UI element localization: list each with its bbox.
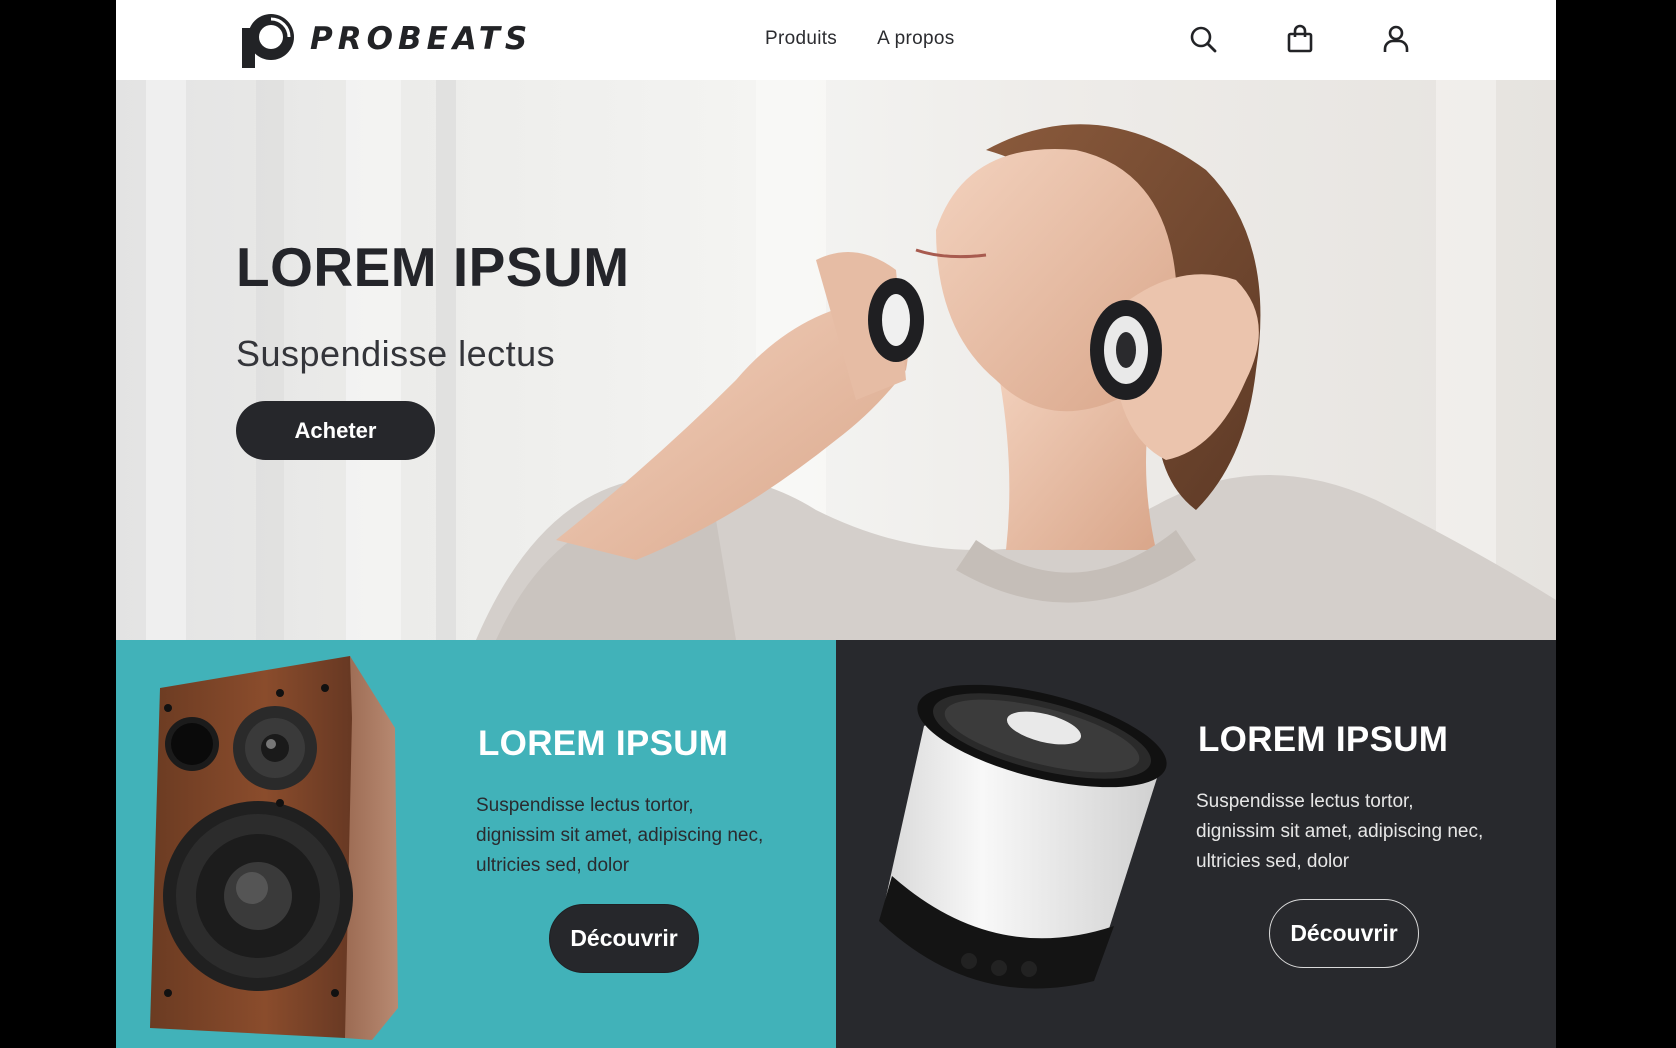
shopping-bag-icon[interactable] [1285, 24, 1315, 54]
user-icon[interactable] [1381, 24, 1411, 54]
product-card-bookshelf-speaker: LOREM IPSUM Suspendisse lectus tortor, d… [116, 640, 836, 1048]
card-description: Suspendisse lectus tortor, dignissim sit… [1196, 791, 1484, 872]
nav-item-a-propos[interactable]: A propos [877, 28, 954, 50]
hero-banner: LOREM IPSUM Suspendisse lectus Acheter [116, 80, 1556, 640]
main-nav: Produits A propos [765, 28, 955, 50]
buy-button[interactable]: Acheter [236, 401, 435, 460]
landing-page: PROBEATS Produits A propos LOREM IPSUM S… [116, 0, 1556, 1048]
hero-subtitle: Suspendisse lectus [236, 333, 556, 374]
search-icon[interactable] [1188, 24, 1218, 54]
discover-button[interactable]: Découvrir [549, 904, 699, 973]
brand-name: PROBEATS [310, 21, 533, 57]
nav-item-produits[interactable]: Produits [765, 28, 837, 50]
white-cylinder-speaker-image [879, 684, 1167, 989]
card-description: Suspendisse lectus tortor, dignissim sit… [476, 795, 764, 876]
discover-button[interactable]: Découvrir [1269, 899, 1419, 968]
product-card-bluetooth-speaker: LOREM IPSUM Suspendisse lectus tortor, d… [836, 640, 1556, 1048]
wooden-bookshelf-speaker-image [150, 656, 398, 1040]
card-title: LOREM IPSUM [1198, 720, 1449, 759]
card-title: LOREM IPSUM [478, 724, 729, 763]
hero-title: LOREM IPSUM [236, 236, 630, 298]
brand-logo[interactable]: PROBEATS [240, 10, 532, 68]
site-header: PROBEATS Produits A propos [116, 0, 1556, 80]
probeats-logo-icon [242, 14, 294, 68]
